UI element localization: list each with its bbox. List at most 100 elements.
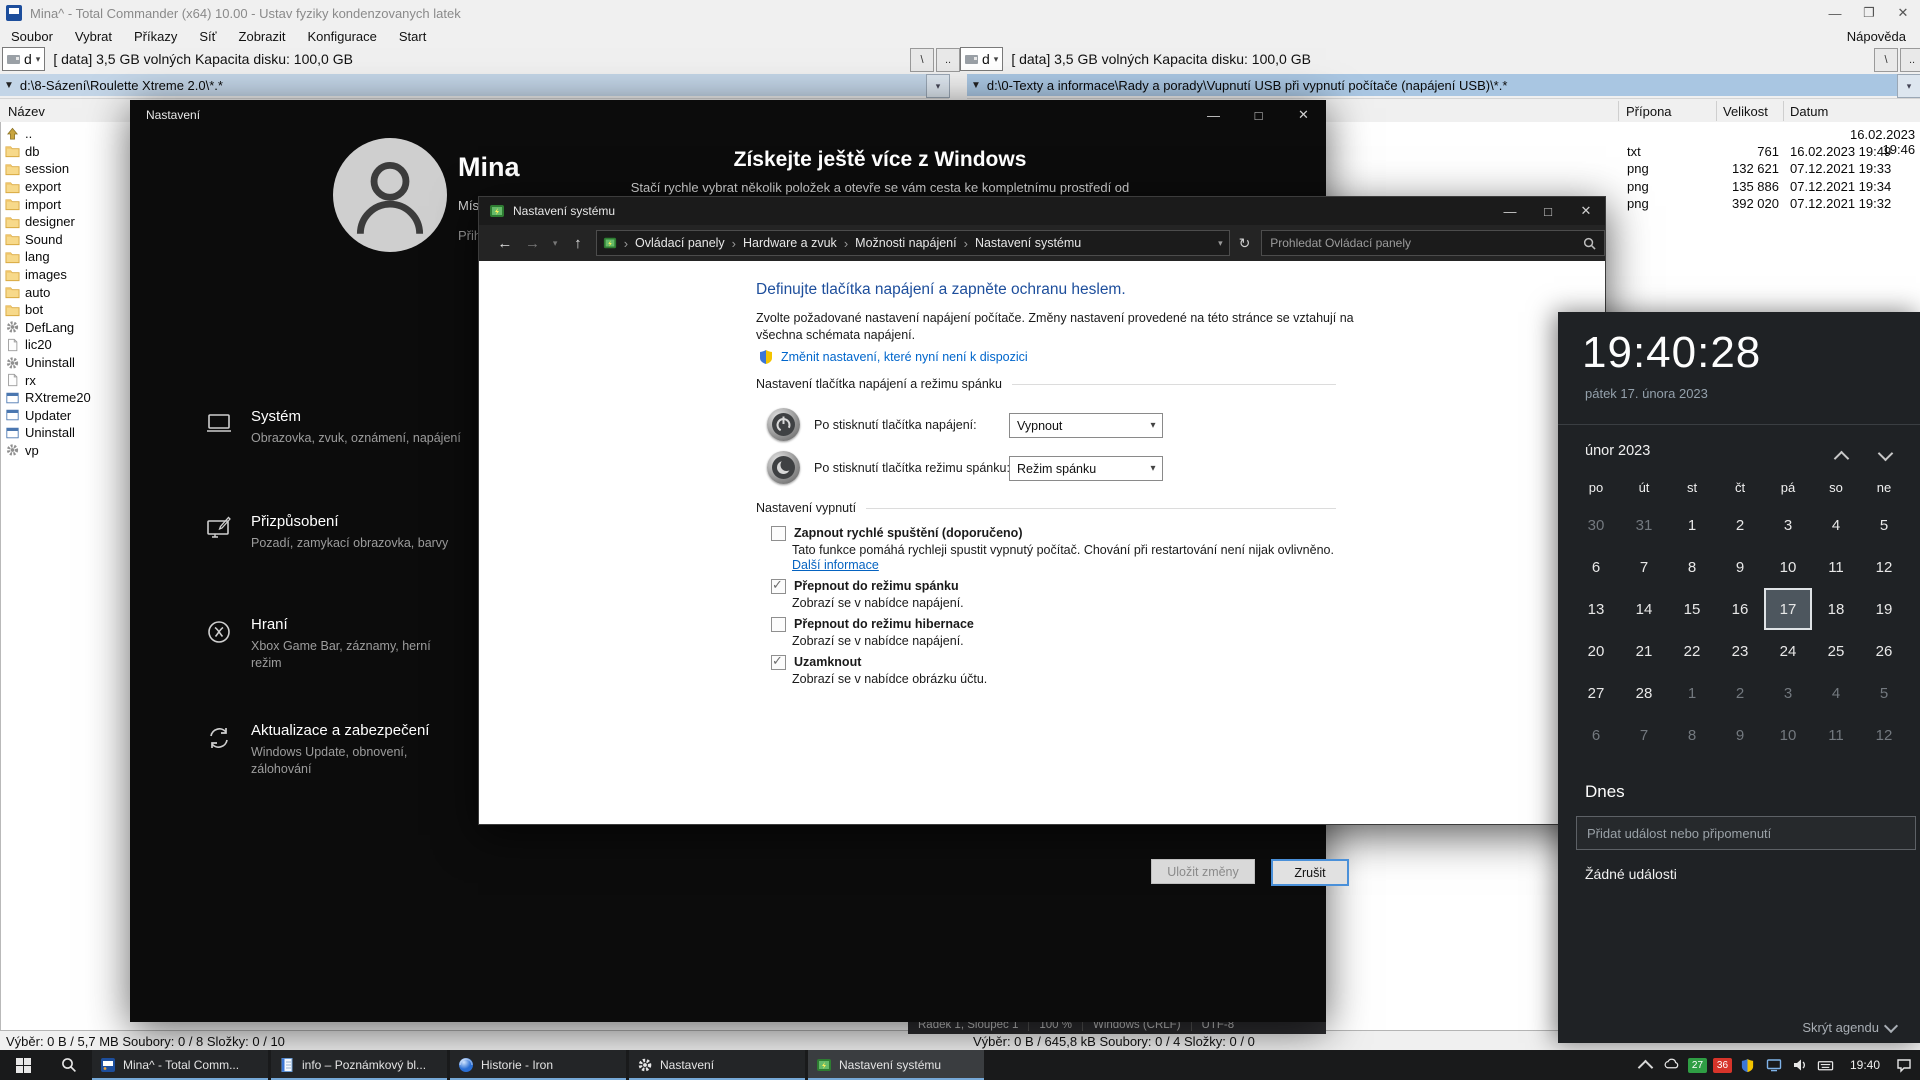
calendar-day[interactable]: 11 <box>1812 546 1860 588</box>
refresh-icon[interactable]: ↻ <box>1230 235 1260 252</box>
calendar-day[interactable]: 3 <box>1764 672 1812 714</box>
green-badge[interactable]: 27 <box>1688 1058 1707 1073</box>
calendar-day[interactable]: 10 <box>1764 546 1812 588</box>
breadcrumb-item[interactable]: Možnosti napájení <box>855 236 956 250</box>
calendar-day[interactable]: 30 <box>1572 504 1620 546</box>
breadcrumb-item[interactable]: Ovládací panely <box>635 236 725 250</box>
avatar[interactable] <box>333 138 447 252</box>
calendar-day[interactable]: 19 <box>1860 588 1908 630</box>
calendar-day[interactable]: 10 <box>1764 714 1812 756</box>
forward-icon[interactable]: → <box>519 235 547 252</box>
taskbar-clock[interactable]: 19:40 <box>1842 1058 1888 1072</box>
more-info-link[interactable]: Další informace <box>792 558 1411 572</box>
calendar-day[interactable]: 12 <box>1860 546 1908 588</box>
checkbox[interactable] <box>771 526 786 541</box>
add-event-input[interactable]: Přidat událost nebo připomenutí <box>1576 816 1916 850</box>
calendar-day[interactable]: 8 <box>1668 546 1716 588</box>
taskbar-button-tc[interactable]: Mina^ - Total Comm... <box>92 1050 268 1080</box>
keyboard-icon[interactable] <box>1816 1055 1836 1075</box>
close-icon[interactable]: ✕ <box>1281 100 1326 130</box>
start-button[interactable] <box>0 1050 46 1080</box>
minimize-icon[interactable]: — <box>1818 0 1852 26</box>
calendar-day[interactable]: 8 <box>1668 714 1716 756</box>
file-row[interactable]: png 135 886 07.12.2021 19:34 <box>1619 178 1920 196</box>
calendar-day[interactable]: 2 <box>1716 504 1764 546</box>
action-center-icon[interactable] <box>1894 1055 1914 1075</box>
minimize-icon[interactable]: — <box>1191 100 1236 130</box>
taskbar-button-iron[interactable]: Historie - Iron <box>450 1050 626 1080</box>
path-history-button[interactable]: ▾ <box>1897 74 1920 98</box>
search-box[interactable]: Prohledat Ovládací panely <box>1261 230 1605 256</box>
calendar-next-icon[interactable] <box>1872 446 1898 464</box>
calendar-day[interactable]: 7 <box>1620 546 1668 588</box>
menu-item-příkazy[interactable]: Příkazy <box>123 29 188 44</box>
red-badge[interactable]: 36 <box>1713 1058 1732 1073</box>
calendar-day[interactable]: 28 <box>1620 672 1668 714</box>
restore-icon[interactable]: ❐ <box>1852 0 1886 26</box>
back-icon[interactable]: ← <box>491 235 519 252</box>
calendar-day[interactable]: 6 <box>1572 546 1620 588</box>
calendar-day[interactable]: 27 <box>1572 672 1620 714</box>
onedrive-cloud-icon[interactable] <box>1662 1055 1682 1075</box>
calendar-day[interactable]: 23 <box>1716 630 1764 672</box>
root-button[interactable]: \ <box>910 48 934 72</box>
maximize-icon[interactable]: □ <box>1529 197 1567 225</box>
defender-shield-icon[interactable] <box>1738 1055 1758 1075</box>
sleep-button-select[interactable]: Režim spánku▾ <box>1009 456 1163 481</box>
power-button-select[interactable]: Vypnout▾ <box>1009 413 1163 438</box>
left-path-bar[interactable]: ▼ d:\8-Sázení\Roulette Xtreme 2.0\*.* <box>0 74 929 96</box>
path-history-button[interactable]: ▾ <box>926 74 950 98</box>
calendar-day-today[interactable]: 17 <box>1764 588 1812 630</box>
calendar-day[interactable]: 18 <box>1812 588 1860 630</box>
display-icon[interactable] <box>1764 1055 1784 1075</box>
calendar-day[interactable]: 13 <box>1572 588 1620 630</box>
menu-item-konfigurace[interactable]: Konfigurace <box>297 29 388 44</box>
cancel-button[interactable]: Zrušit <box>1271 859 1349 886</box>
updir-button[interactable]: .. <box>936 48 960 72</box>
up-icon[interactable]: ↑ <box>564 235 592 252</box>
menu-item-soubor[interactable]: Soubor <box>0 29 64 44</box>
calendar-day[interactable]: 7 <box>1620 714 1668 756</box>
calendar-day[interactable]: 9 <box>1716 546 1764 588</box>
calendar-day[interactable]: 15 <box>1668 588 1716 630</box>
left-drive-combo[interactable]: d ▾ <box>2 47 45 71</box>
volume-icon[interactable] <box>1790 1055 1810 1075</box>
checkbox[interactable] <box>771 617 786 632</box>
taskbar-search-button[interactable] <box>46 1050 92 1080</box>
calendar-day[interactable]: 2 <box>1716 672 1764 714</box>
menu-item-vybrat[interactable]: Vybrat <box>64 29 123 44</box>
calendar-day[interactable]: 25 <box>1812 630 1860 672</box>
calendar-day[interactable]: 6 <box>1572 714 1620 756</box>
uac-change-link[interactable]: Změnit nastavení, které nyní není k disp… <box>781 350 1028 364</box>
root-button[interactable]: \ <box>1874 48 1898 72</box>
tray-overflow-chevron-icon[interactable] <box>1636 1055 1656 1075</box>
calendar-day[interactable]: 4 <box>1812 672 1860 714</box>
close-icon[interactable]: ✕ <box>1886 0 1920 26</box>
file-row[interactable]: png 132 621 07.12.2021 19:33 <box>1619 160 1920 178</box>
calendar-day[interactable]: 3 <box>1764 504 1812 546</box>
column-header-size[interactable]: Velikost <box>1723 99 1768 123</box>
file-row[interactable]: 16.02.2023 19:46 <box>1619 125 1920 143</box>
menu-item-síť[interactable]: Síť <box>188 29 227 44</box>
calendar-day[interactable]: 1 <box>1668 504 1716 546</box>
taskbar-button-notepad[interactable]: info – Poznámkový bl... <box>271 1050 447 1080</box>
calendar-day[interactable]: 20 <box>1572 630 1620 672</box>
breadcrumb-item[interactable]: Nastavení systému <box>975 236 1081 250</box>
taskbar-button-settings[interactable]: Nastavení <box>629 1050 805 1080</box>
file-row[interactable]: png 392 020 07.12.2021 19:32 <box>1619 195 1920 213</box>
column-header-date[interactable]: Datum <box>1790 99 1828 123</box>
calendar-month-label[interactable]: únor 2023 <box>1585 443 1650 459</box>
close-icon[interactable]: ✕ <box>1567 197 1605 225</box>
menu-item-help[interactable]: Nápověda <box>1847 26 1906 46</box>
breadcrumb[interactable]: ›Ovládací panely›Hardware a zvuk›Možnost… <box>596 230 1230 256</box>
calendar-day[interactable]: 9 <box>1716 714 1764 756</box>
taskbar-button-cp[interactable]: Nastavení systému <box>808 1050 984 1080</box>
column-header-name[interactable]: Název <box>8 99 45 123</box>
calendar-day[interactable]: 1 <box>1668 672 1716 714</box>
maximize-icon[interactable]: □ <box>1236 100 1281 130</box>
hide-agenda-button[interactable]: Skrýt agendu <box>1802 1020 1896 1035</box>
calendar-day[interactable]: 16 <box>1716 588 1764 630</box>
right-path-bar[interactable]: ▼ d:\0-Texty a informace\Rady a porady\V… <box>967 74 1900 96</box>
chevron-down-icon[interactable]: ▾ <box>1218 238 1223 249</box>
calendar-day[interactable]: 5 <box>1860 672 1908 714</box>
